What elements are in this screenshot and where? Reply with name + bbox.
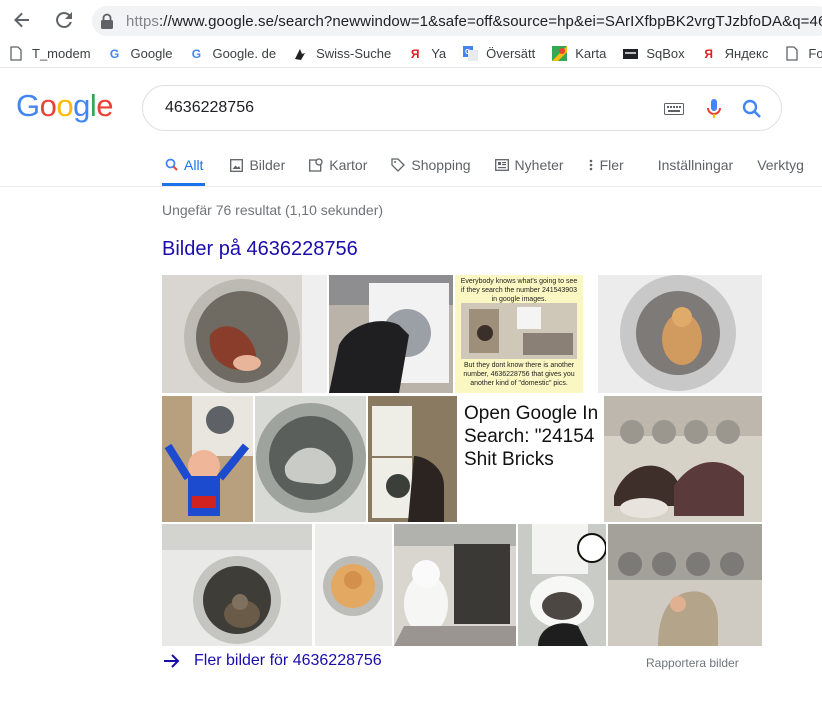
arrow-right-icon xyxy=(164,654,180,668)
google-logo[interactable]: Google xyxy=(16,88,114,124)
search-icon xyxy=(164,158,178,172)
search-box xyxy=(142,85,782,131)
tab-installningar[interactable]: Inställningar xyxy=(658,146,734,184)
bookmark-label: For xyxy=(808,46,822,61)
tag-icon xyxy=(391,158,406,172)
tab-allt[interactable]: Allt xyxy=(162,146,206,186)
image-thumbnail[interactable] xyxy=(162,524,312,646)
keyboard-icon[interactable] xyxy=(663,98,685,120)
url-bar[interactable]: https://www.google.se/search?newwindow=1… xyxy=(92,6,822,36)
open-google-caption-2: Search: "24154 xyxy=(464,426,595,447)
browser-toolbar: https://www.google.se/search?newwindow=1… xyxy=(0,0,822,40)
tab-shopping[interactable]: Shopping xyxy=(391,146,471,184)
bookmarks-bar: T_modem G Google G Google. de Swiss-Such… xyxy=(0,40,822,68)
reload-icon xyxy=(56,11,72,28)
meme-bottom-caption: But they dont know there is another numb… xyxy=(463,362,575,387)
tab-label: Bilder xyxy=(249,157,286,173)
meme-image-thumbnail[interactable]: Everybody knows what's going to see if t… xyxy=(455,275,583,393)
image-thumbnail[interactable] xyxy=(162,396,253,522)
tab-verktyg[interactable]: Verktyg xyxy=(757,146,804,184)
bookmark-label: SqBox xyxy=(646,46,685,61)
lock-icon xyxy=(101,13,113,29)
translate-icon: G xyxy=(462,46,478,62)
result-stats: Ungefär 76 resultat (1,10 sekunder) xyxy=(162,202,384,218)
url-text: ://www.google.se/search?newwindow=1&safe… xyxy=(159,12,822,30)
tab-label: Shopping xyxy=(411,157,471,173)
bookmark-swiss-suche[interactable]: Swiss-Suche xyxy=(292,46,391,62)
bookmark-yandex[interactable]: Я Яндекс xyxy=(701,46,769,62)
bookmark-label: Ya xyxy=(431,46,447,61)
page-icon xyxy=(784,46,800,62)
bookmark-label: Översätt xyxy=(486,46,536,61)
bookmark-t-modem[interactable]: T_modem xyxy=(8,46,91,62)
image-thumbnail[interactable] xyxy=(162,275,327,393)
image-thumbnail[interactable] xyxy=(604,396,762,522)
yandex-icon: Я xyxy=(410,46,420,61)
reload-button[interactable] xyxy=(52,8,76,32)
image-thumbnail[interactable] xyxy=(394,524,516,646)
bookmark-label: Google. de xyxy=(212,46,277,61)
meme-top-caption: Everybody knows what's going to see if t… xyxy=(460,278,578,303)
more-images-link[interactable]: Fler bilder för 4636228756 xyxy=(162,652,382,670)
mic-icon[interactable] xyxy=(703,98,725,120)
map-icon xyxy=(309,158,323,172)
image-thumbnail[interactable] xyxy=(608,524,762,646)
open-google-caption-1: Open Google In xyxy=(464,403,599,424)
image-thumbnail[interactable] xyxy=(255,396,366,522)
search-icon[interactable] xyxy=(741,98,763,120)
report-images-link[interactable]: Rapportera bilder xyxy=(646,656,739,670)
bookmark-label: Яндекс xyxy=(724,46,769,61)
header-divider xyxy=(0,186,822,187)
tab-label: Allt xyxy=(184,156,204,173)
bookmark-karta[interactable]: Karta xyxy=(551,46,606,62)
more-images-label: Fler bilder för 4636228756 xyxy=(194,652,382,669)
bookmark-sqbox[interactable]: SqBox xyxy=(622,46,685,62)
bookmark-label: Karta xyxy=(575,46,607,61)
tab-fler[interactable]: Fler xyxy=(588,146,624,184)
bookmark-ya[interactable]: Я Ya xyxy=(407,46,446,62)
back-button[interactable] xyxy=(10,8,34,32)
images-section-title[interactable]: Bilder på 4636228756 xyxy=(162,238,358,261)
back-arrow-icon xyxy=(14,12,29,28)
bookmark-label: T_modem xyxy=(32,46,91,61)
swiss-icon xyxy=(292,46,308,62)
tab-label: Fler xyxy=(599,157,624,173)
open-google-image-thumbnail[interactable]: Open Google In Search: "24154 Shit Brick… xyxy=(459,396,604,522)
tab-nyheter[interactable]: Nyheter xyxy=(494,146,564,184)
bookmark-google[interactable]: G Google xyxy=(107,46,173,62)
search-tabs: Allt Bilder Kartor Shopping Nyheter Fler… xyxy=(162,146,822,186)
tab-label: Verktyg xyxy=(757,157,804,173)
image-thumbnail[interactable] xyxy=(368,396,457,522)
google-g-icon: G xyxy=(191,46,202,61)
google-g-icon: G xyxy=(109,46,120,61)
image-thumbnail[interactable] xyxy=(329,275,453,393)
open-google-caption-3: Shit Bricks xyxy=(464,449,554,470)
news-icon xyxy=(494,158,509,172)
tab-label: Inställningar xyxy=(657,157,734,173)
bookmark-oversatt[interactable]: G Översätt xyxy=(462,46,535,62)
bookmark-google-de[interactable]: G Google. de xyxy=(188,46,276,62)
image-thumbnail[interactable] xyxy=(518,524,606,646)
yandex-icon: Я xyxy=(704,46,713,61)
tab-label: Kartor xyxy=(329,157,368,173)
image-icon xyxy=(229,158,243,172)
tab-bilder[interactable]: Bilder xyxy=(229,146,285,184)
svg-text:G: G xyxy=(465,49,471,56)
url-protocol: https xyxy=(126,12,160,30)
bookmark-for[interactable]: For xyxy=(784,46,822,62)
tab-kartor[interactable]: Kartor xyxy=(309,146,367,184)
bookmark-label: Swiss-Suche xyxy=(316,46,392,61)
maps-icon xyxy=(551,46,567,62)
more-vert-icon xyxy=(588,158,594,172)
sqbox-icon xyxy=(622,46,638,62)
page-icon xyxy=(8,46,24,62)
tab-label: Nyheter xyxy=(514,157,564,173)
image-thumbnail[interactable] xyxy=(315,524,392,646)
image-thumbnail[interactable] xyxy=(598,275,762,393)
search-input[interactable] xyxy=(165,99,645,117)
bookmark-label: Google xyxy=(130,46,173,61)
